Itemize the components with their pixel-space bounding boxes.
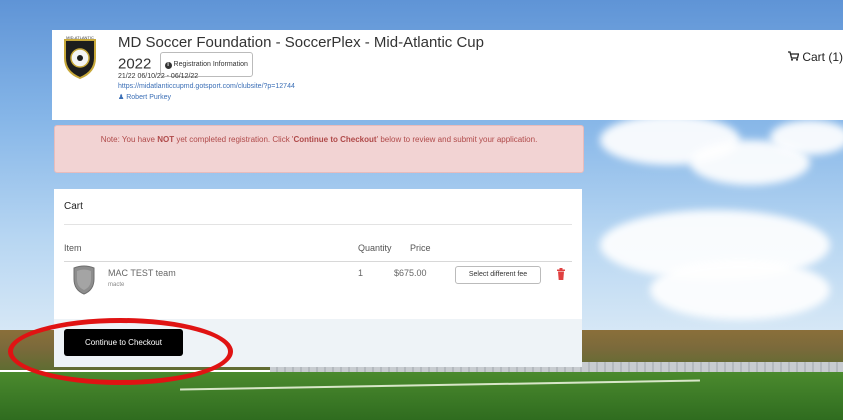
event-dates: 21/22 06/10/22 - 06/12/22 [118,73,199,80]
highlight-oval [8,318,233,385]
item-subtitle: macte [108,282,125,288]
shield-icon [73,265,95,295]
event-logo: MID-ATLANTIC [64,35,96,80]
contact-name: Robert Purkey [126,94,171,101]
cart-label: Cart (1) [802,50,843,64]
divider [64,261,572,262]
divider [64,224,572,225]
column-header-item: Item [64,243,82,253]
event-link[interactable]: https://midatlanticcupmd.gotsport.com/cl… [118,83,295,90]
registration-info-label: Registration Information [173,61,248,68]
alert-action: Continue to Checkout [293,135,377,144]
cloud [770,120,843,155]
event-title: MD Soccer Foundation - SoccerPlex - Mid-… [118,34,484,51]
logo-text: MID-ATLANTIC [66,35,94,40]
column-header-quantity: Quantity [358,243,392,253]
info-circle-icon: i [164,62,172,69]
cart-icon [788,50,800,64]
column-header-price: Price [410,243,431,253]
alert-middle: yet completed registration. Click ' [174,135,294,144]
cloud [650,260,830,320]
alert-message: Note: You have NOT yet completed registr… [75,134,563,146]
page-title: MD Soccer Foundation - SoccerPlex - Mid-… [118,33,538,77]
item-price: $675.00 [394,268,427,278]
item-quantity: 1 [358,268,364,278]
alert-not: NOT [157,135,175,144]
event-year: 2022 [118,55,152,73]
event-header: MID-ATLANTIC MD Soccer Foundation - Socc… [52,30,843,120]
contact-link[interactable]: ♟ Robert Purkey [118,93,171,101]
alert-prefix: Note: You have [100,135,158,144]
cart-heading: Cart [64,201,83,212]
select-different-fee-button[interactable]: Select different fee [455,266,541,284]
trash-icon[interactable] [556,268,566,280]
user-icon: ♟ [118,94,125,101]
cart-link[interactable]: Cart (1) [788,50,843,64]
item-name: MAC TEST team [108,268,176,278]
alert-suffix: ' below to review and submit your applic… [376,135,538,144]
registration-alert: Note: You have NOT yet completed registr… [54,125,584,173]
